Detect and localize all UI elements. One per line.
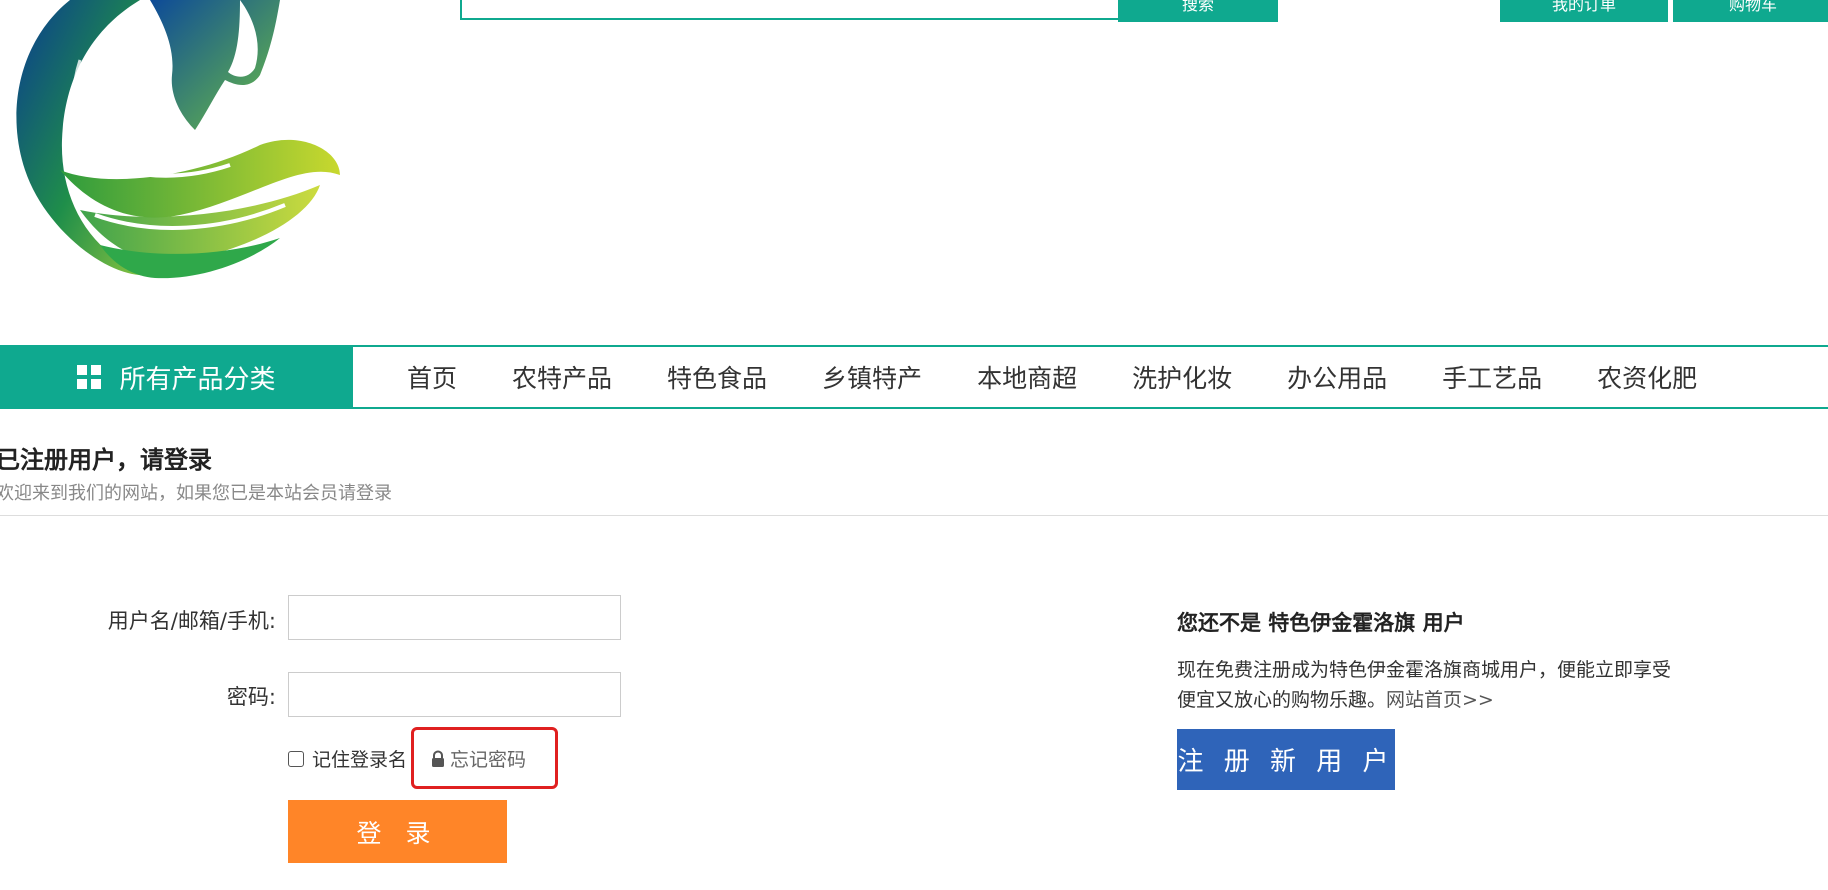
- nav-item-home[interactable]: 首页: [407, 359, 457, 395]
- search-input[interactable]: [460, 0, 1120, 20]
- password-label: 密码:: [226, 685, 276, 709]
- cart-button[interactable]: 购物车: [1673, 0, 1828, 22]
- nav-item-cosmetics[interactable]: 洗护化妆: [1132, 359, 1232, 395]
- forgot-password-label: 忘记密码: [450, 749, 527, 771]
- main-nav: 所有产品分类 首页 农特产品 特色食品 乡镇特产 本地商超 洗护化妆 办公用品 …: [0, 345, 1828, 409]
- all-categories-button[interactable]: 所有产品分类: [0, 345, 353, 409]
- search-button[interactable]: 搜索: [1118, 0, 1278, 22]
- horse-logo[interactable]: [0, 0, 350, 290]
- home-link[interactable]: 网站首页>>: [1386, 689, 1494, 711]
- login-button[interactable]: 登 录: [288, 800, 507, 863]
- all-categories-label: 所有产品分类: [119, 364, 276, 395]
- nav-items: 首页 农特产品 特色食品 乡镇特产 本地商超 洗护化妆 办公用品 手工艺品 农资…: [407, 347, 1752, 407]
- register-button[interactable]: 注 册 新 用 户: [1177, 729, 1395, 790]
- nav-item-town-specialty[interactable]: 乡镇特产: [822, 359, 922, 395]
- nav-item-office[interactable]: 办公用品: [1287, 359, 1387, 395]
- remember-label: 记住登录名: [312, 749, 408, 771]
- register-description: 现在免费注册成为特色伊金霍洛旗商城用户，便能立即享受便宜又放心的购物乐趣。网站首…: [1177, 655, 1677, 715]
- nav-item-special-food[interactable]: 特色食品: [667, 359, 767, 395]
- login-page: 搜索 我的订单 购物车 所有产品分类 首页 农特产品 特色食品 乡镇特产 本地商…: [0, 0, 1828, 890]
- username-label: 用户名/邮箱/手机:: [107, 609, 276, 633]
- forgot-password-highlight: 忘记密码: [411, 727, 558, 789]
- forgot-password-link[interactable]: 忘记密码: [430, 745, 526, 772]
- lock-icon: [432, 749, 444, 767]
- password-input[interactable]: [288, 672, 621, 717]
- page-title: 已注册用户，请登录: [0, 446, 212, 474]
- nav-item-handicraft[interactable]: 手工艺品: [1442, 359, 1542, 395]
- remember-me[interactable]: 记住登录名: [288, 745, 407, 772]
- nav-item-fertilizer[interactable]: 农资化肥: [1597, 359, 1697, 395]
- my-orders-button[interactable]: 我的订单: [1500, 0, 1668, 22]
- nav-item-agri-products[interactable]: 农特产品: [512, 359, 612, 395]
- remember-checkbox[interactable]: [288, 750, 304, 767]
- register-title: 您还不是 特色伊金霍洛旗 用户: [1177, 611, 1465, 635]
- username-input[interactable]: [288, 595, 621, 640]
- divider: [0, 515, 1828, 516]
- grid-icon: [77, 365, 102, 389]
- nav-item-local-market[interactable]: 本地商超: [977, 359, 1077, 395]
- page-subtitle: 欢迎来到我们的网站，如果您已是本站会员请登录: [0, 483, 392, 504]
